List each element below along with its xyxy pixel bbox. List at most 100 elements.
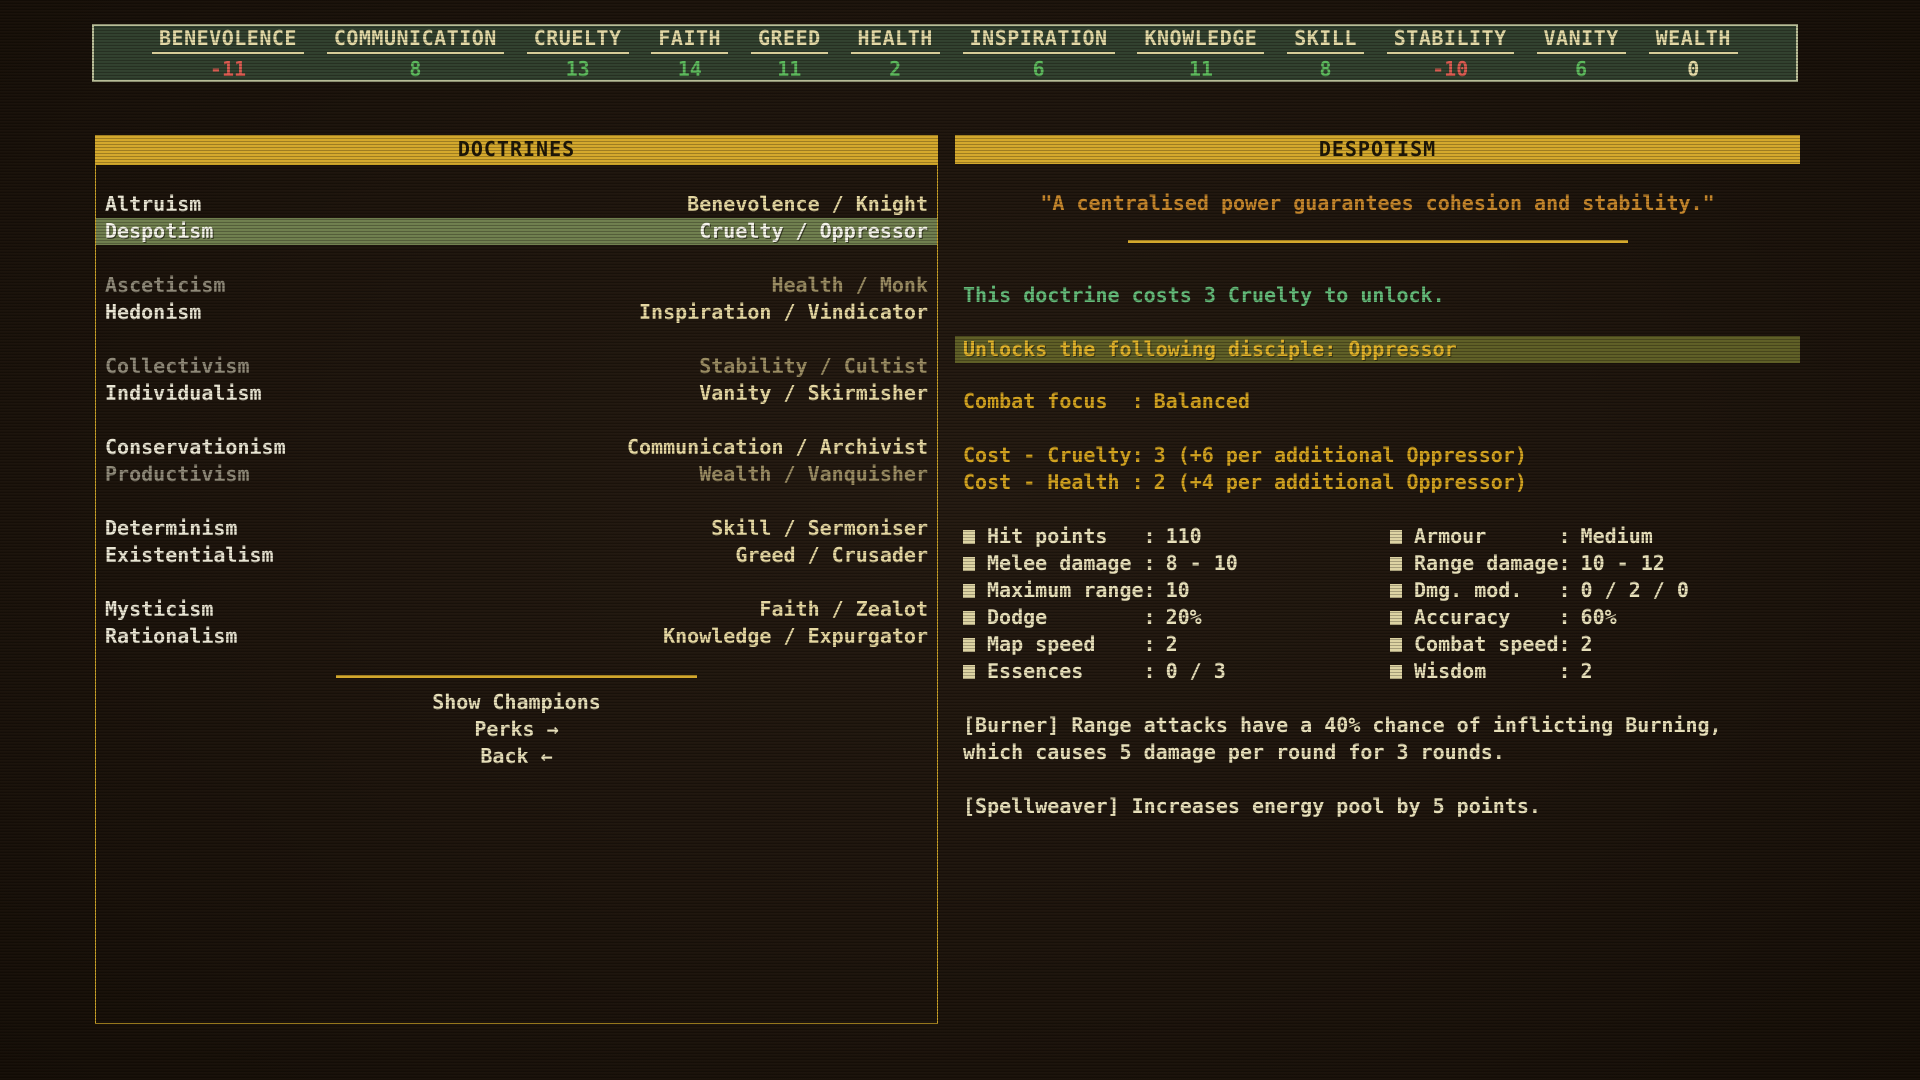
doctrine-row-asceticism[interactable]: Asceticism Health / Monk bbox=[96, 272, 937, 299]
stat-label: SKILL bbox=[1287, 26, 1364, 54]
stat-label: Dodge bbox=[987, 604, 1144, 631]
unit-stats-column-left: Hit points:110 Melee damage:8 - 10 Maxim… bbox=[963, 523, 1390, 685]
doctrine-row-determinism[interactable]: Determinism Skill / Sermoniser bbox=[96, 515, 937, 542]
doctrine-pair: Benevolence / Knight bbox=[687, 191, 928, 218]
doctrine-pair: Greed / Crusader bbox=[735, 542, 928, 569]
doctrine-row-despotism[interactable]: Despotism Cruelty / Oppressor bbox=[96, 218, 937, 245]
unlock-cost-text: This doctrine costs 3 Cruelty to unlock. bbox=[955, 282, 1800, 309]
stat-label: VANITY bbox=[1537, 26, 1626, 54]
stat-label: COMMUNICATION bbox=[327, 26, 504, 54]
stat-bullet-icon bbox=[963, 530, 975, 544]
doctrine-group: Altruism Benevolence / Knight Despotism … bbox=[96, 191, 937, 245]
stat-accuracy: Accuracy:60% bbox=[1390, 604, 1689, 631]
stat-bullet-icon bbox=[1390, 584, 1402, 598]
doctrine-name: Despotism bbox=[105, 218, 213, 245]
cost-value: 2 (+4 per additional Oppressor) bbox=[1154, 470, 1527, 494]
show-champions-button[interactable]: Show Champions bbox=[96, 689, 937, 716]
stat-bullet-icon bbox=[1390, 611, 1402, 625]
doctrine-pair: Skill / Sermoniser bbox=[711, 515, 928, 542]
combat-focus-label: Combat focus bbox=[963, 388, 1132, 415]
separator: : bbox=[1144, 632, 1156, 656]
doctrine-row-individualism[interactable]: Individualism Vanity / Skirmisher bbox=[96, 380, 937, 407]
stat-label: Range damage bbox=[1414, 550, 1558, 577]
stat-value: 6 bbox=[1575, 57, 1587, 81]
doctrine-row-collectivism[interactable]: Collectivism Stability / Cultist bbox=[96, 353, 937, 380]
stat-label: Maximum range bbox=[987, 577, 1144, 604]
stat-combat-speed: Combat speed:2 bbox=[1390, 631, 1689, 658]
stat-maximum-range: Maximum range:10 bbox=[963, 577, 1390, 604]
stat-hit-points: Hit points:110 bbox=[963, 523, 1390, 550]
separator: : bbox=[1558, 578, 1570, 602]
stat-label: Essences bbox=[987, 658, 1144, 685]
stat-value: 0 / 3 bbox=[1166, 659, 1226, 683]
stat-greed: GREED 11 bbox=[751, 26, 828, 81]
separator: : bbox=[1132, 443, 1144, 467]
stat-label: KNOWLEDGE bbox=[1137, 26, 1264, 54]
stat-communication: COMMUNICATION 8 bbox=[327, 26, 504, 81]
perks-button[interactable]: Perks → bbox=[96, 716, 937, 743]
doctrine-name: Individualism bbox=[105, 380, 262, 407]
stat-armour: Armour:Medium bbox=[1390, 523, 1689, 550]
doctrines-menu: Show Champions Perks → Back ← bbox=[96, 689, 937, 770]
stat-value: 8 bbox=[1320, 57, 1332, 81]
combat-focus-value: Balanced bbox=[1154, 389, 1250, 413]
stat-value: 110 bbox=[1166, 524, 1202, 548]
cost-label: Cost - Cruelty bbox=[963, 442, 1132, 469]
separator: : bbox=[1132, 389, 1144, 413]
doctrine-row-mysticism[interactable]: Mysticism Faith / Zealot bbox=[96, 596, 937, 623]
doctrine-name: Conservationism bbox=[105, 434, 286, 461]
stat-value: 20% bbox=[1166, 605, 1202, 629]
stat-value: 2 bbox=[889, 57, 901, 81]
stat-faith: FAITH 14 bbox=[651, 26, 728, 81]
stat-bullet-icon bbox=[963, 557, 975, 571]
stat-value: 14 bbox=[678, 57, 702, 81]
doctrine-row-altruism[interactable]: Altruism Benevolence / Knight bbox=[96, 191, 937, 218]
doctrine-row-hedonism[interactable]: Hedonism Inspiration / Vindicator bbox=[96, 299, 937, 326]
stat-label: BENEVOLENCE bbox=[152, 26, 304, 54]
stat-value: 10 bbox=[1166, 578, 1190, 602]
stat-dmg-mod: Dmg. mod.:0 / 2 / 0 bbox=[1390, 577, 1689, 604]
stat-bullet-icon bbox=[963, 638, 975, 652]
unit-stats-column-right: Armour:Medium Range damage:10 - 12 Dmg. … bbox=[1390, 523, 1689, 685]
back-button[interactable]: Back ← bbox=[96, 743, 937, 770]
stat-wealth: WEALTH 0 bbox=[1649, 26, 1738, 81]
stat-value: Medium bbox=[1581, 524, 1653, 548]
doctrines-list: Altruism Benevolence / Knight Despotism … bbox=[95, 164, 938, 1024]
doctrine-quote: "A centralised power guarantees cohesion… bbox=[955, 190, 1800, 217]
doctrine-name: Determinism bbox=[105, 515, 237, 542]
stat-range-damage: Range damage:10 - 12 bbox=[1390, 550, 1689, 577]
stat-label: Accuracy bbox=[1414, 604, 1558, 631]
doctrine-row-existentialism[interactable]: Existentialism Greed / Crusader bbox=[96, 542, 937, 569]
doctrine-group: Asceticism Health / Monk Hedonism Inspir… bbox=[96, 272, 937, 326]
stat-skill: SKILL 8 bbox=[1287, 26, 1364, 81]
doctrine-name: Collectivism bbox=[105, 353, 250, 380]
cost-value: 3 (+6 per additional Oppressor) bbox=[1154, 443, 1527, 467]
doctrine-name: Rationalism bbox=[105, 623, 237, 650]
doctrine-pair: Cruelty / Oppressor bbox=[699, 218, 928, 245]
stat-label: Combat speed bbox=[1414, 631, 1558, 658]
costs-block: Cost - Cruelty:3 (+6 per additional Oppr… bbox=[955, 442, 1800, 496]
separator: : bbox=[1132, 470, 1144, 494]
cost-cruelty-line: Cost - Cruelty:3 (+6 per additional Oppr… bbox=[955, 442, 1800, 469]
doctrine-group: Conservationism Communication / Archivis… bbox=[96, 434, 937, 488]
doctrine-row-productivism[interactable]: Productivism Wealth / Vanquisher bbox=[96, 461, 937, 488]
cost-health-line: Cost - Health:2 (+4 per additional Oppre… bbox=[955, 469, 1800, 496]
stat-bullet-icon bbox=[963, 665, 975, 679]
stat-label: Melee damage bbox=[987, 550, 1144, 577]
stat-label: Hit points bbox=[987, 523, 1144, 550]
cost-label: Cost - Health bbox=[963, 469, 1132, 496]
disciple-unlock-banner: Unlocks the following disciple: Oppresso… bbox=[955, 336, 1800, 363]
stat-bullet-icon bbox=[1390, 638, 1402, 652]
separator: : bbox=[1144, 524, 1156, 548]
stat-value: 0 / 2 / 0 bbox=[1581, 578, 1689, 602]
stat-value: 8 - 10 bbox=[1166, 551, 1238, 575]
trait-spellweaver-text: [Spellweaver] Increases energy pool by 5… bbox=[955, 793, 1783, 820]
stat-value: 0 bbox=[1687, 57, 1699, 81]
doctrine-row-rationalism[interactable]: Rationalism Knowledge / Expurgator bbox=[96, 623, 937, 650]
doctrine-pair: Knowledge / Expurgator bbox=[663, 623, 928, 650]
stat-health: HEALTH 2 bbox=[851, 26, 940, 81]
stat-cruelty: CRUELTY 13 bbox=[527, 26, 629, 81]
doctrine-row-conservationism[interactable]: Conservationism Communication / Archivis… bbox=[96, 434, 937, 461]
stat-essences: Essences:0 / 3 bbox=[963, 658, 1390, 685]
separator: : bbox=[1558, 551, 1570, 575]
